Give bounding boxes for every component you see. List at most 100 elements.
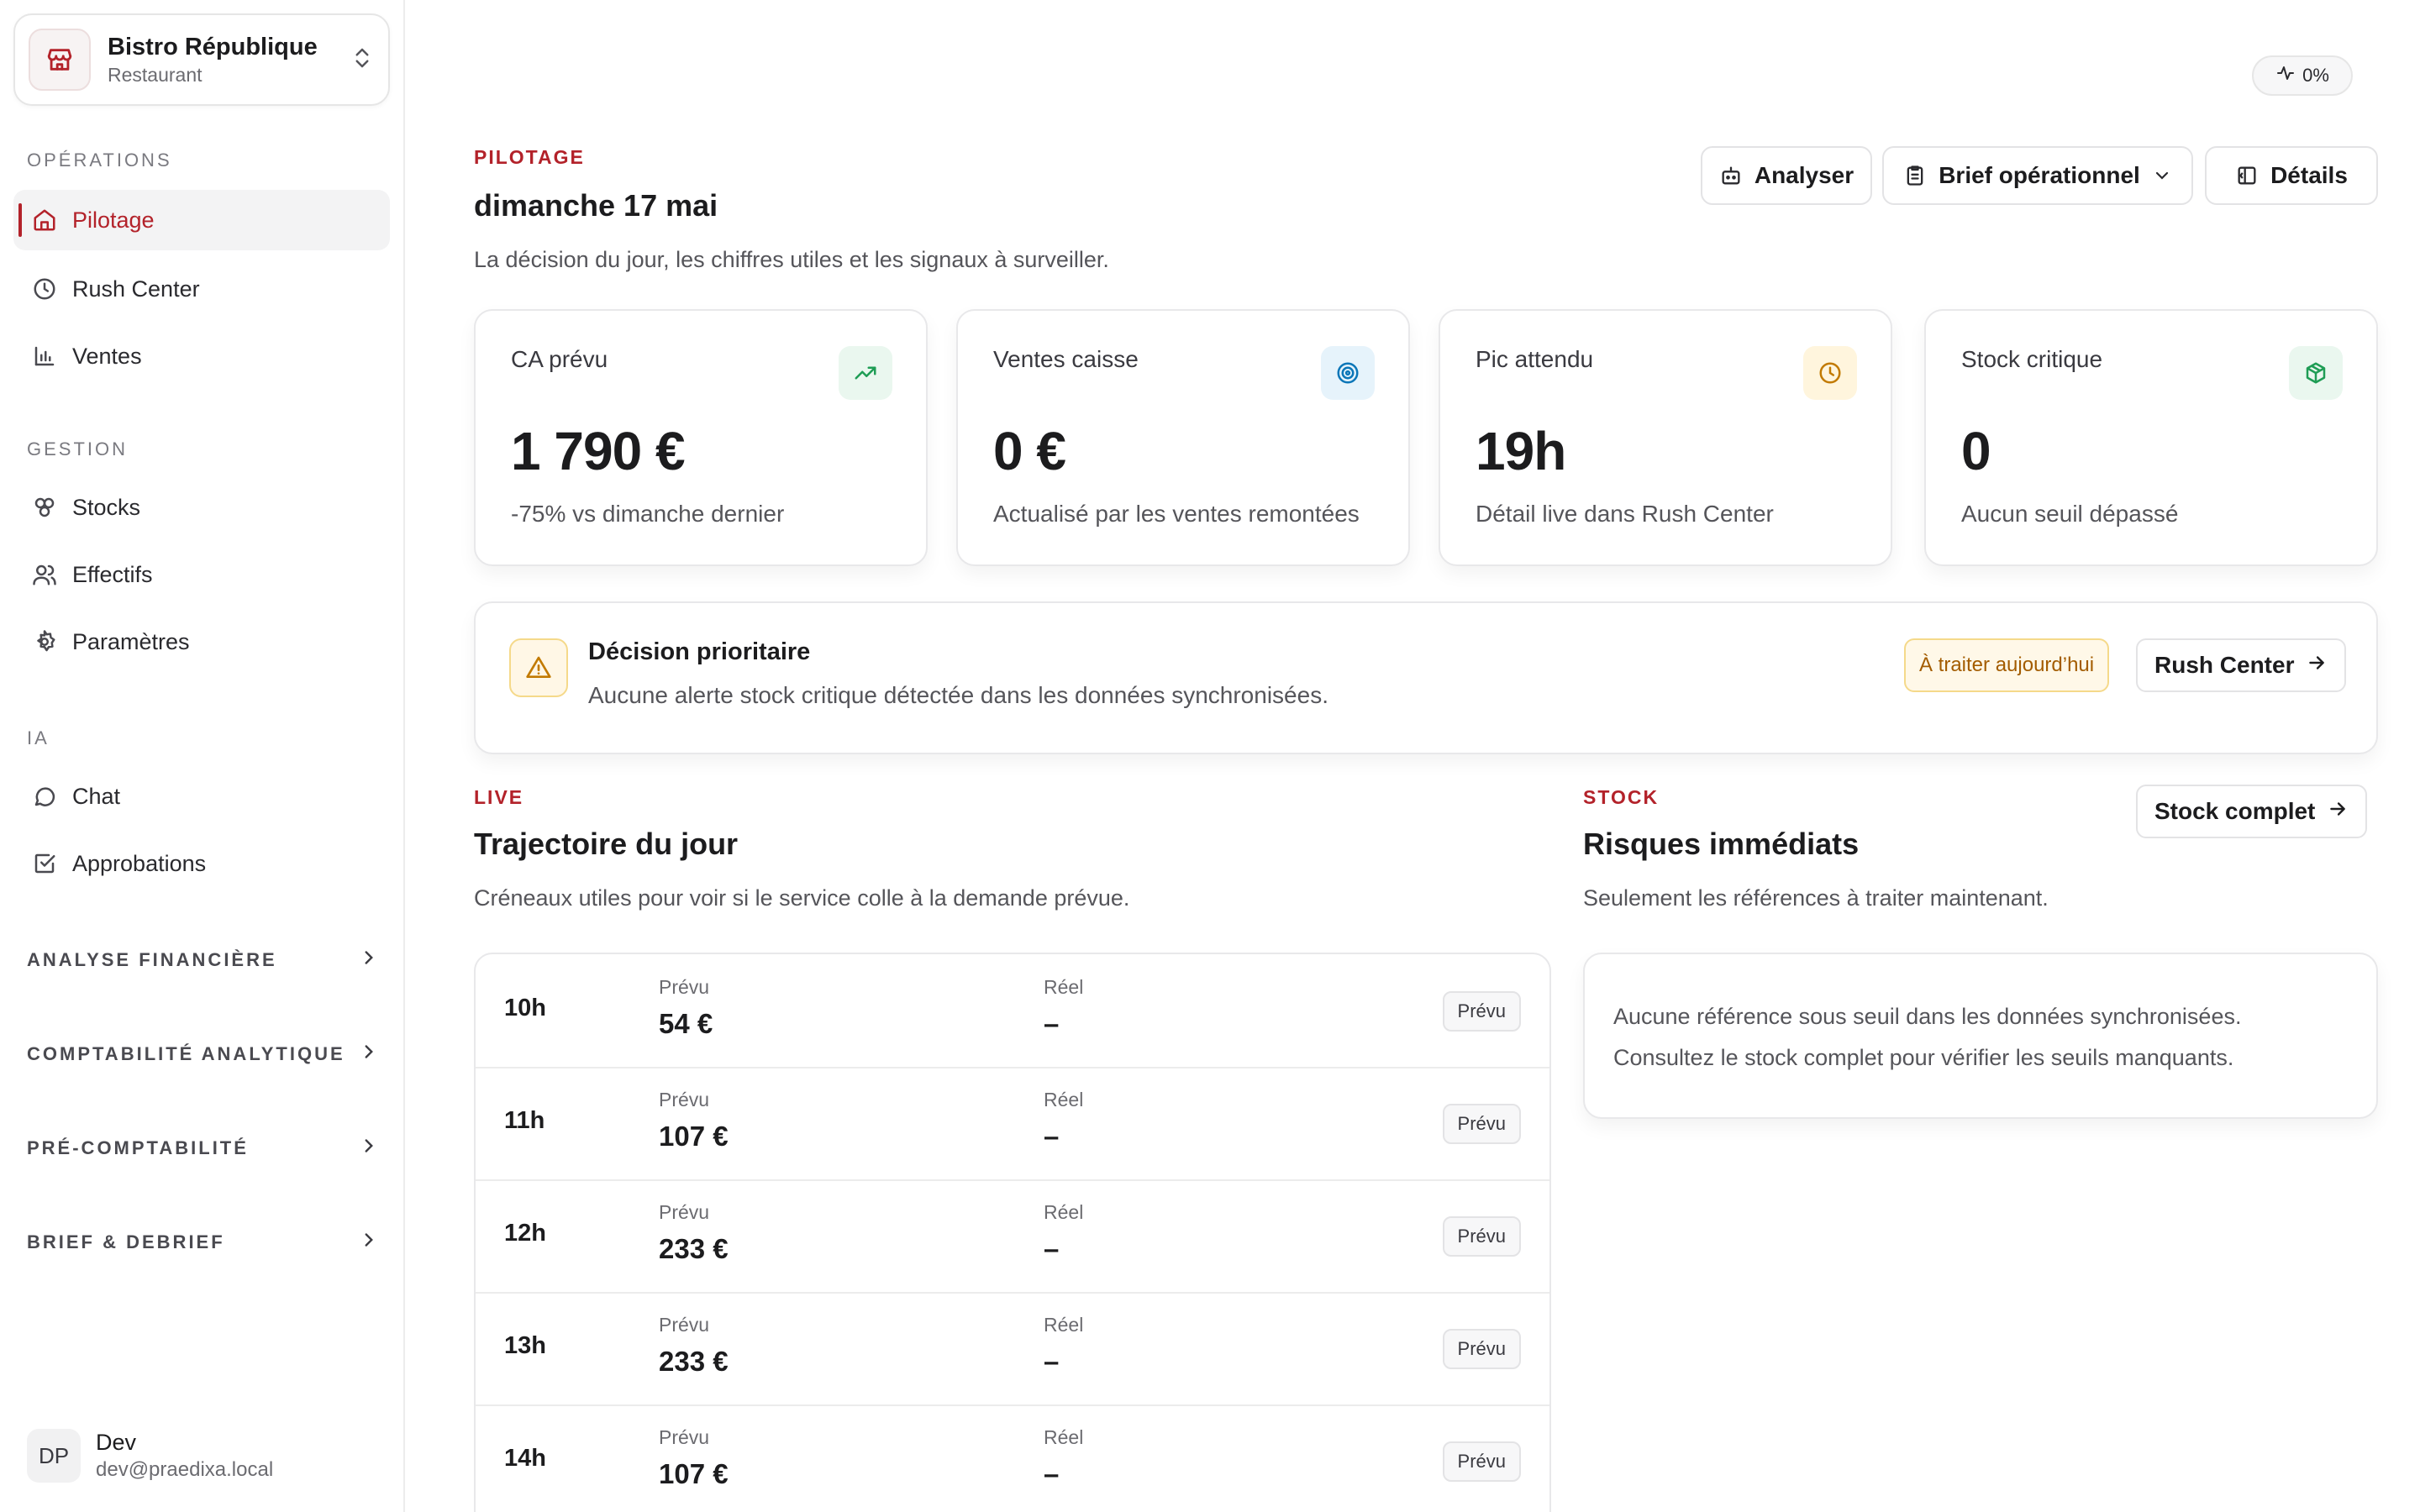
kpi-value: 0 €: [993, 421, 1066, 481]
kpi-note: Aucun seuil dépassé: [1961, 501, 2179, 527]
avatar: DP: [27, 1429, 81, 1483]
sidebar-item-approbations[interactable]: Approbations: [13, 833, 390, 894]
activity-icon: [2275, 63, 2296, 88]
table-row: 11h Prévu 107 € Réel – Prévu: [476, 1067, 1549, 1181]
group-label: ANALYSE FINANCIÈRE: [27, 949, 277, 970]
sidebar-item-stocks[interactable]: Stocks: [13, 477, 390, 538]
stock-subtitle: Seulement les références à traiter maint…: [1583, 885, 2049, 911]
arrow-right-icon: [2327, 798, 2349, 826]
chevron-down-icon: [2152, 165, 2172, 186]
actual-value: –: [1044, 1233, 1060, 1264]
clock-icon: [1803, 346, 1857, 400]
details-button[interactable]: Détails: [2205, 146, 2378, 205]
table-row: 14h Prévu 107 € Réel – Prévu: [476, 1404, 1549, 1512]
kpi-note: -75% vs dimanche dernier: [511, 501, 785, 527]
stock-eyebrow: STOCK: [1583, 786, 1660, 808]
live-eyebrow: LIVE: [474, 786, 524, 808]
forecast-value: 107 €: [659, 1458, 729, 1489]
org-switcher[interactable]: Bistro République Restaurant: [13, 13, 390, 106]
actual-label: Réel: [1044, 1089, 1084, 1110]
kpi-card-ventes-caisse[interactable]: Ventes caisse 0 € Actualisé par les vent…: [956, 309, 1410, 566]
sidebar-item-label: Approbations: [72, 850, 207, 876]
actual-label: Réel: [1044, 1426, 1084, 1448]
status-badge: Prévu: [1442, 1216, 1521, 1257]
sidebar-item-label: Pilotage: [72, 207, 155, 233]
check-square-icon: [30, 849, 59, 878]
kpi-value: 1 790 €: [511, 421, 686, 481]
actual-value: –: [1044, 1458, 1060, 1489]
panel-icon: [2235, 164, 2259, 187]
group-pre-comptabilite[interactable]: PRÉ-COMPTABILITÉ: [27, 1127, 380, 1169]
home-icon: [30, 206, 59, 234]
chevron-right-icon: [358, 1041, 380, 1068]
slot-hour: 10h: [504, 995, 546, 1021]
analyze-button[interactable]: Analyser: [1701, 146, 1872, 205]
sidebar-item-chat[interactable]: Chat: [13, 766, 390, 827]
slot-hour: 13h: [504, 1332, 546, 1359]
actual-label: Réel: [1044, 1314, 1084, 1336]
rush-center-label: Rush Center: [2154, 652, 2295, 678]
analyze-label: Analyser: [1754, 162, 1854, 188]
actual-value: –: [1044, 1121, 1060, 1152]
group-brief-debrief[interactable]: BRIEF & DEBRIEF: [27, 1221, 380, 1263]
chat-icon: [30, 782, 59, 811]
group-analyse-financiere[interactable]: ANALYSE FINANCIÈRE: [27, 939, 380, 981]
stock-complet-button[interactable]: Stock complet: [2136, 785, 2368, 838]
clipboard-icon: [1903, 164, 1927, 187]
priority-badge: À traiter aujourd’hui: [1904, 638, 2110, 692]
sidebar-item-label: Effectifs: [72, 561, 153, 587]
package-icon: [2289, 346, 2343, 400]
user-menu[interactable]: DP Dev dev@praedixa.local: [27, 1428, 273, 1483]
section-operations: OPÉRATIONS: [27, 150, 172, 171]
kpi-value: 0: [1961, 421, 1991, 481]
kpi-label: CA prévu: [511, 346, 608, 372]
gear-icon: [30, 627, 59, 656]
kpi-card-ca-prevu[interactable]: CA prévu 1 790 € -75% vs dimanche dernie…: [474, 309, 928, 566]
details-label: Détails: [2270, 162, 2348, 188]
bar-chart-icon: [30, 342, 59, 370]
chevron-right-icon: [358, 947, 380, 974]
sidebar-item-label: Rush Center: [72, 276, 200, 302]
sidebar: Bistro République Restaurant OPÉRATIONS …: [0, 0, 405, 1512]
rush-center-button[interactable]: Rush Center: [2136, 638, 2347, 692]
store-icon: [29, 29, 91, 91]
org-name: Bistro République: [108, 34, 318, 60]
actual-value: –: [1044, 1346, 1060, 1377]
forecast-value: 54 €: [659, 1008, 713, 1039]
sidebar-item-ventes[interactable]: Ventes: [13, 326, 390, 386]
forecast-value: 107 €: [659, 1121, 729, 1152]
sidebar-item-pilotage[interactable]: Pilotage: [13, 190, 390, 250]
live-subtitle: Créneaux utiles pour voir si le service …: [474, 885, 1130, 911]
forecast-label: Prévu: [659, 1201, 710, 1223]
stock-empty-state: Aucune référence sous seuil dans les don…: [1583, 953, 2378, 1119]
forecast-value: 233 €: [659, 1346, 729, 1377]
chevron-right-icon: [358, 1135, 380, 1162]
sidebar-item-rush-center[interactable]: Rush Center: [13, 259, 390, 319]
stock-empty-line2: Consultez le stock complet pour vérifier…: [1613, 1045, 2234, 1070]
kpi-label: Stock critique: [1961, 346, 2103, 372]
table-row: 12h Prévu 233 € Réel – Prévu: [476, 1179, 1549, 1294]
page-eyebrow: PILOTAGE: [474, 146, 585, 168]
stock-empty-line1: Aucune référence sous seuil dans les don…: [1613, 1004, 2242, 1029]
kpi-card-stock-critique[interactable]: Stock critique 0 Aucun seuil dépassé: [1924, 309, 2378, 566]
group-label: PRÉ-COMPTABILITÉ: [27, 1137, 249, 1158]
kpi-label: Pic attendu: [1476, 346, 1594, 372]
brief-dropdown[interactable]: Brief opérationnel: [1882, 146, 2193, 205]
sidebar-item-effectifs[interactable]: Effectifs: [13, 544, 390, 605]
users-icon: [30, 560, 59, 589]
sidebar-item-parametres[interactable]: Paramètres: [13, 612, 390, 672]
sidebar-item-label: Chat: [72, 783, 121, 809]
slot-hour: 11h: [504, 1107, 545, 1134]
group-comptabilite-analytique[interactable]: COMPTABILITÉ ANALYTIQUE: [27, 1033, 380, 1075]
stock-title: Risques immédiats: [1583, 827, 1860, 861]
user-email: dev@praedixa.local: [96, 1458, 274, 1481]
actual-label: Réel: [1044, 1201, 1084, 1223]
stock-complet-label: Stock complet: [2154, 798, 2316, 824]
activity-indicator[interactable]: 0%: [2252, 55, 2353, 96]
slot-hour: 14h: [504, 1445, 546, 1472]
kpi-card-pic-attendu[interactable]: Pic attendu 19h Détail live dans Rush Ce…: [1439, 309, 1892, 566]
chevrons-up-down-icon: [350, 45, 375, 75]
clock-icon: [30, 275, 59, 303]
status-badge: Prévu: [1442, 1441, 1521, 1482]
boxes-icon: [30, 493, 59, 522]
